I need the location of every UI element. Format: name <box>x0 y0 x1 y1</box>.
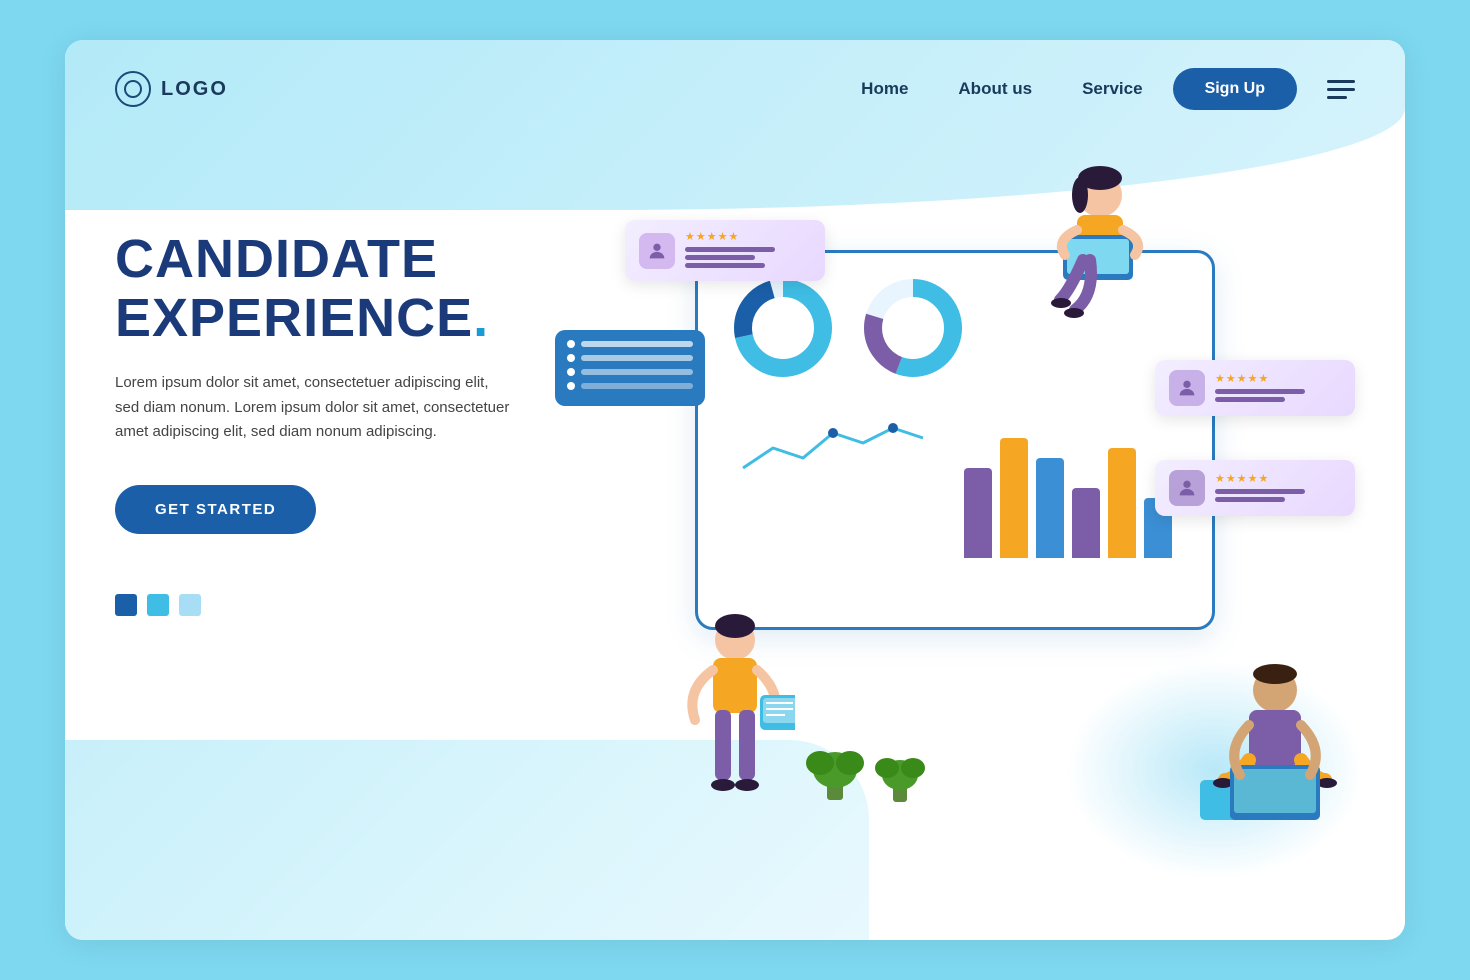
hero-title-line2: EXPERIENCE <box>115 288 473 348</box>
bar-2 <box>1000 438 1028 558</box>
list-dot-4 <box>567 382 575 390</box>
list-row-1 <box>567 340 693 348</box>
decorative-dots <box>115 594 595 616</box>
nav-service[interactable]: Service <box>1082 79 1143 99</box>
review-lines-2 <box>1215 389 1341 402</box>
nav-links: Home About us Service <box>861 79 1142 99</box>
list-row-3 <box>567 368 693 376</box>
review-avatar-1 <box>639 233 675 269</box>
bar-chart-area <box>718 398 1192 558</box>
bars-container <box>964 418 1172 558</box>
review-line-2a <box>1215 389 1305 394</box>
review-line-3b <box>1215 497 1285 502</box>
main-card: LOGO Home About us Service Sign Up CANDI… <box>65 40 1405 940</box>
man-sitting-figure <box>1205 660 1345 860</box>
review-info-2: ★★★★★ <box>1215 372 1341 405</box>
illustration-area: ★★★★★ <box>615 170 1355 870</box>
hero-title: CANDIDATE EXPERIENCE. <box>115 230 595 349</box>
signup-button[interactable]: Sign Up <box>1173 68 1297 110</box>
review-info-1: ★★★★★ <box>685 230 811 271</box>
review-line-2b <box>1215 397 1285 402</box>
hero-description: Lorem ipsum dolor sit amet, consectetuer… <box>115 371 515 445</box>
logo-icon <box>115 71 151 107</box>
left-section: CANDIDATE EXPERIENCE. Lorem ipsum dolor … <box>115 170 595 616</box>
woman-sitting-figure <box>1035 160 1165 360</box>
review-line-a <box>685 247 775 252</box>
woman-standing-figure <box>675 610 795 830</box>
review-stars-2: ★★★★★ <box>1215 372 1341 385</box>
review-line-c <box>685 263 765 268</box>
bar-3 <box>1036 458 1064 558</box>
review-stars-3: ★★★★★ <box>1215 472 1341 485</box>
bar-5 <box>1108 448 1136 558</box>
nav-about[interactable]: About us <box>958 79 1032 99</box>
get-started-button[interactable]: GET STARTED <box>115 485 316 534</box>
donut-chart-2 <box>858 273 968 383</box>
list-dot-2 <box>567 354 575 362</box>
logo-inner <box>124 80 142 98</box>
review-lines-3 <box>1215 489 1341 502</box>
review-avatar-3 <box>1169 470 1205 506</box>
list-line-2 <box>581 355 693 361</box>
hamburger-line-1 <box>1327 80 1355 83</box>
plant-1 <box>805 725 865 805</box>
review-line-b <box>685 255 755 260</box>
dot-light <box>179 594 201 616</box>
hamburger-line-2 <box>1327 88 1355 91</box>
logo-text: LOGO <box>161 78 228 101</box>
dot-cyan <box>147 594 169 616</box>
list-line-1 <box>581 341 693 347</box>
review-line-3a <box>1215 489 1305 494</box>
nav-home[interactable]: Home <box>861 79 908 99</box>
logo-area: LOGO <box>115 71 228 107</box>
list-row-2 <box>567 354 693 362</box>
list-row-4 <box>567 382 693 390</box>
review-lines-1 <box>685 247 811 268</box>
line-chart <box>733 408 933 488</box>
review-card-3: ★★★★★ <box>1155 460 1355 516</box>
list-line-4 <box>581 383 693 389</box>
main-content: CANDIDATE EXPERIENCE. Lorem ipsum dolor … <box>65 130 1405 920</box>
review-stars-1: ★★★★★ <box>685 230 811 243</box>
plant-2 <box>875 740 925 805</box>
list-dot-1 <box>567 340 575 348</box>
review-card-1: ★★★★★ <box>625 220 825 281</box>
list-dot-3 <box>567 368 575 376</box>
bar-1 <box>964 468 992 558</box>
bar-4 <box>1072 488 1100 558</box>
navbar: LOGO Home About us Service Sign Up <box>65 40 1405 130</box>
review-avatar-2 <box>1169 370 1205 406</box>
list-panel <box>555 330 705 406</box>
list-line-3 <box>581 369 693 375</box>
hero-title-line1: CANDIDATE <box>115 229 438 289</box>
hamburger-menu[interactable] <box>1327 80 1355 99</box>
donut-chart-1 <box>728 273 838 383</box>
review-info-3: ★★★★★ <box>1215 472 1341 505</box>
hamburger-line-3 <box>1327 96 1347 99</box>
hero-title-dot: . <box>473 288 489 348</box>
review-card-2: ★★★★★ <box>1155 360 1355 416</box>
dot-blue <box>115 594 137 616</box>
